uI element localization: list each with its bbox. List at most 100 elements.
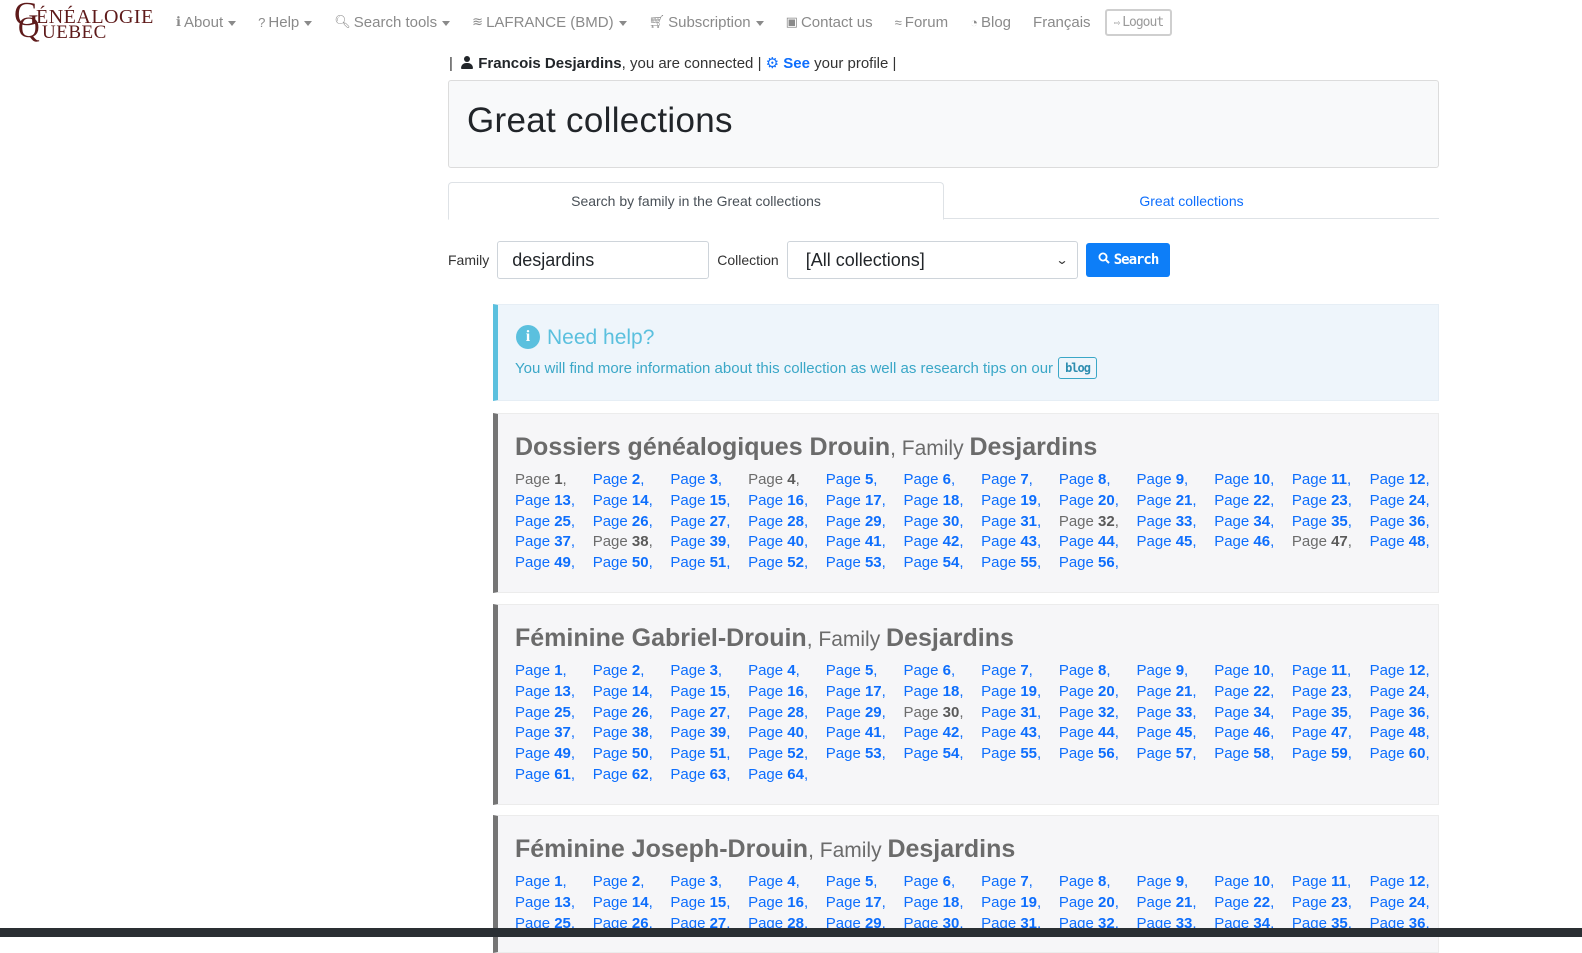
- page-link[interactable]: Page 23,: [1292, 682, 1370, 703]
- page-link[interactable]: Page 31,: [981, 512, 1059, 533]
- page-link[interactable]: Page 50,: [593, 744, 671, 765]
- page-link[interactable]: Page 9,: [1137, 470, 1215, 491]
- page-link[interactable]: Page 11,: [1292, 872, 1370, 893]
- page-link[interactable]: Page 2,: [593, 661, 671, 682]
- page-link[interactable]: Page 19,: [981, 893, 1059, 914]
- page-link[interactable]: Page 2,: [593, 872, 671, 893]
- page-link[interactable]: Page 2,: [593, 470, 671, 491]
- page-link[interactable]: Page 27,: [670, 703, 748, 724]
- page-link[interactable]: Page 25,: [515, 512, 593, 533]
- page-link[interactable]: Page 24,: [1370, 491, 1448, 512]
- page-link[interactable]: Page 34,: [1214, 512, 1292, 533]
- page-link[interactable]: Page 12,: [1370, 872, 1448, 893]
- page-link[interactable]: Page 1,: [515, 661, 593, 682]
- nav-item-forum[interactable]: ≈ Forum: [895, 14, 948, 31]
- page-link[interactable]: Page 21,: [1137, 491, 1215, 512]
- page-link[interactable]: Page 23,: [1292, 893, 1370, 914]
- page-link[interactable]: Page 3,: [670, 872, 748, 893]
- page-link[interactable]: Page 46,: [1214, 723, 1292, 744]
- page-link[interactable]: Page 35,: [1292, 703, 1370, 724]
- page-link[interactable]: Page 55,: [981, 553, 1059, 574]
- page-link[interactable]: Page 22,: [1214, 682, 1292, 703]
- page-link[interactable]: Page 24,: [1370, 893, 1448, 914]
- page-link[interactable]: Page 42,: [903, 723, 981, 744]
- page-link[interactable]: Page 24,: [1370, 682, 1448, 703]
- page-link[interactable]: Page 57,: [1137, 744, 1215, 765]
- page-link[interactable]: Page 26,: [593, 512, 671, 533]
- page-link[interactable]: Page 7,: [981, 872, 1059, 893]
- page-link[interactable]: Page 28,: [748, 512, 826, 533]
- page-link[interactable]: Page 16,: [748, 682, 826, 703]
- page-link[interactable]: Page 12,: [1370, 661, 1448, 682]
- page-link[interactable]: Page 4,: [748, 661, 826, 682]
- page-link[interactable]: Page 49,: [515, 553, 593, 574]
- page-link[interactable]: Page 55,: [981, 744, 1059, 765]
- page-link[interactable]: Page 53,: [826, 744, 904, 765]
- page-link[interactable]: Page 44,: [1059, 723, 1137, 744]
- page-link[interactable]: Page 37,: [515, 723, 593, 744]
- page-link[interactable]: Page 33,: [1137, 512, 1215, 533]
- page-link[interactable]: Page 8,: [1059, 470, 1137, 491]
- page-link[interactable]: Page 12,: [1370, 470, 1448, 491]
- page-link[interactable]: Page 16,: [748, 893, 826, 914]
- page-link[interactable]: Page 10,: [1214, 661, 1292, 682]
- page-link[interactable]: Page 1,: [515, 872, 593, 893]
- nav-item-subscription[interactable]: 🛒︎ Subscription: [649, 14, 764, 31]
- page-link[interactable]: Page 5,: [826, 470, 904, 491]
- page-link[interactable]: Page 63,: [670, 765, 748, 786]
- page-link[interactable]: Page 42,: [903, 532, 981, 553]
- page-link[interactable]: Page 19,: [981, 682, 1059, 703]
- page-link[interactable]: Page 9,: [1137, 661, 1215, 682]
- page-link[interactable]: Page 13,: [515, 893, 593, 914]
- blog-button[interactable]: blog: [1058, 357, 1097, 379]
- page-link[interactable]: Page 40,: [748, 532, 826, 553]
- page-link[interactable]: Page 13,: [515, 682, 593, 703]
- page-link[interactable]: Page 46,: [1214, 532, 1292, 553]
- page-link[interactable]: Page 39,: [670, 723, 748, 744]
- genealogie-quebec-logo[interactable]: G ÉNÉALOGIE Q UEBEC: [12, 0, 160, 44]
- page-link[interactable]: Page 22,: [1214, 893, 1292, 914]
- page-link[interactable]: Page 17,: [826, 682, 904, 703]
- page-link[interactable]: Page 25,: [515, 703, 593, 724]
- page-link[interactable]: Page 3,: [670, 470, 748, 491]
- page-link[interactable]: Page 45,: [1137, 532, 1215, 553]
- page-link[interactable]: Page 22,: [1214, 491, 1292, 512]
- page-link[interactable]: Page 5,: [826, 661, 904, 682]
- nav-item-lafrance-bmd[interactable]: ≋ LAFRANCE (BMD): [472, 14, 627, 31]
- page-link[interactable]: Page 21,: [1137, 893, 1215, 914]
- page-link[interactable]: Page 29,: [826, 703, 904, 724]
- page-link[interactable]: Page 56,: [1059, 744, 1137, 765]
- page-link[interactable]: Page 7,: [981, 470, 1059, 491]
- page-link[interactable]: Page 20,: [1059, 893, 1137, 914]
- page-link[interactable]: Page 64,: [748, 765, 826, 786]
- page-link[interactable]: Page 54,: [903, 744, 981, 765]
- search-button[interactable]: Search: [1085, 243, 1171, 277]
- page-link[interactable]: Page 16,: [748, 491, 826, 512]
- page-link[interactable]: Page 36,: [1370, 512, 1448, 533]
- page-link[interactable]: Page 43,: [981, 532, 1059, 553]
- page-link[interactable]: Page 20,: [1059, 682, 1137, 703]
- tab-search-by-family[interactable]: Search by family in the Great collection…: [448, 182, 944, 220]
- collection-select[interactable]: [All collections] ⌄: [786, 241, 1078, 279]
- page-link[interactable]: Page 23,: [1292, 491, 1370, 512]
- page-link[interactable]: Page 43,: [981, 723, 1059, 744]
- page-link[interactable]: Page 60,: [1370, 744, 1448, 765]
- page-link[interactable]: Page 52,: [748, 744, 826, 765]
- page-link[interactable]: Page 44,: [1059, 532, 1137, 553]
- page-link[interactable]: Page 14,: [593, 682, 671, 703]
- nav-item-about[interactable]: ℹ About: [176, 14, 237, 31]
- page-link[interactable]: Page 6,: [903, 470, 981, 491]
- page-link[interactable]: Page 34,: [1214, 703, 1292, 724]
- page-link[interactable]: Page 7,: [981, 661, 1059, 682]
- page-link[interactable]: Page 48,: [1370, 532, 1448, 553]
- page-link[interactable]: Page 5,: [826, 872, 904, 893]
- page-link[interactable]: Page 41,: [826, 532, 904, 553]
- nav-item-contact-us[interactable]: ▣ Contact us: [786, 14, 873, 31]
- page-link[interactable]: Page 18,: [903, 491, 981, 512]
- page-link[interactable]: Page 21,: [1137, 682, 1215, 703]
- page-link[interactable]: Page 14,: [593, 893, 671, 914]
- nav-item-help[interactable]: ? Help: [258, 14, 313, 31]
- page-link[interactable]: Page 14,: [593, 491, 671, 512]
- page-link[interactable]: Page 29,: [826, 512, 904, 533]
- page-link[interactable]: Page 36,: [1370, 703, 1448, 724]
